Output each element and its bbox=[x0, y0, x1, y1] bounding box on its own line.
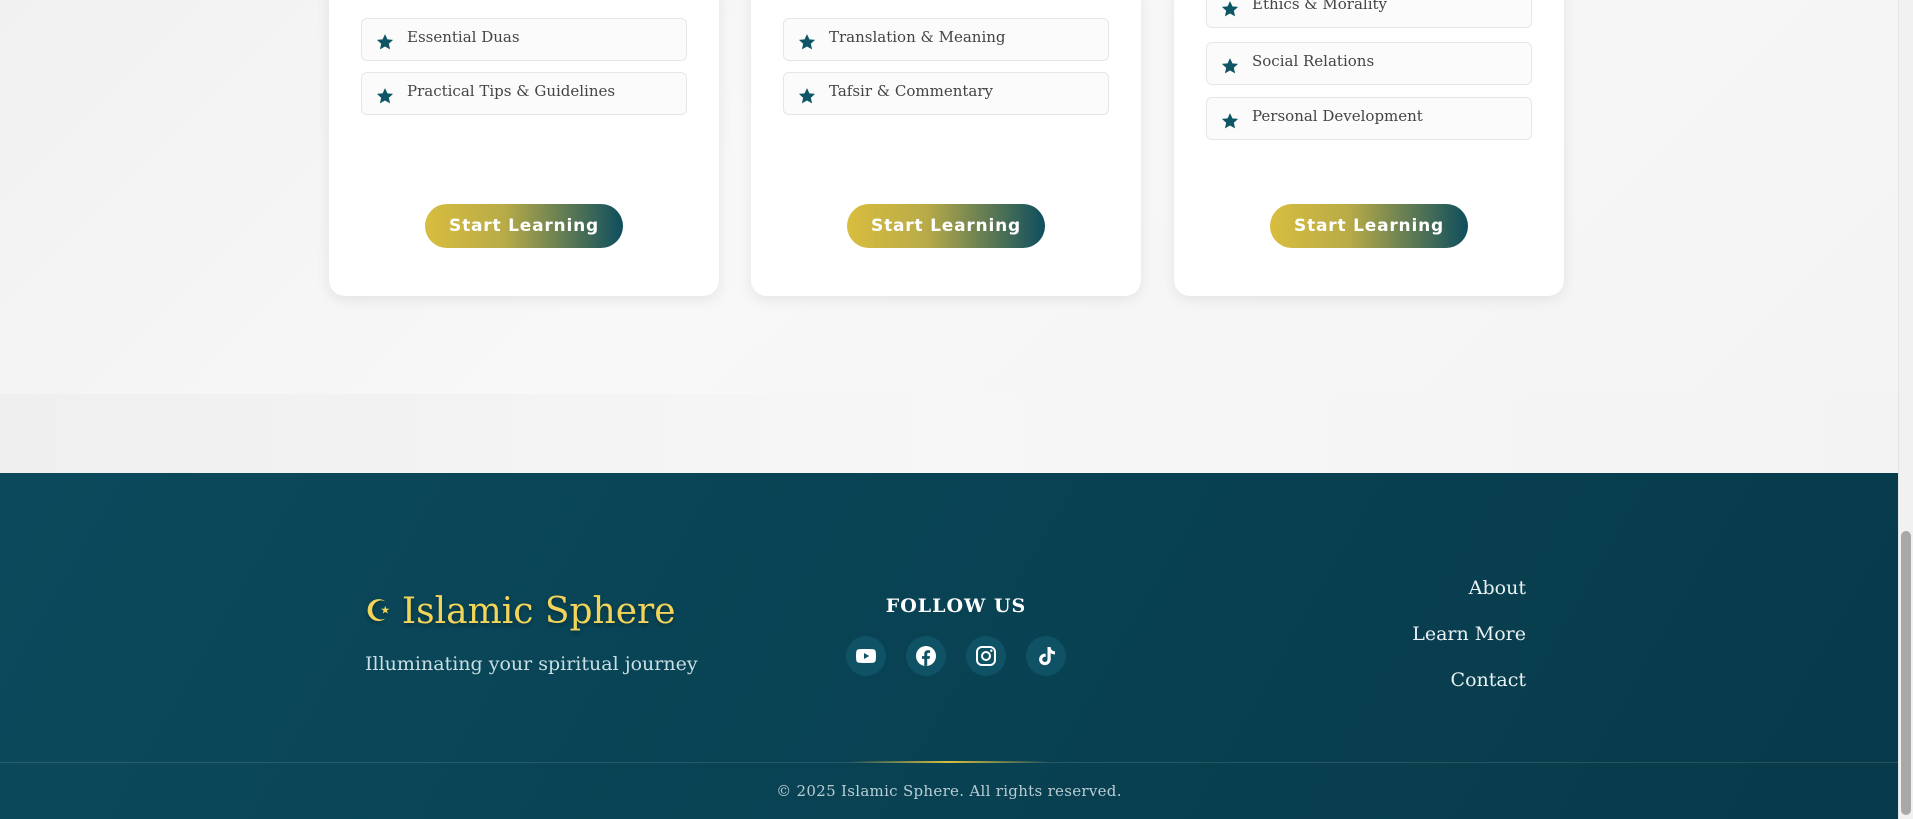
start-learning-button[interactable]: Start Learning bbox=[847, 204, 1045, 248]
topic-label: Translation & Meaning bbox=[829, 27, 1006, 46]
follow-us-heading: FOLLOW US bbox=[0, 595, 1898, 617]
topic-item: Essential Duas bbox=[361, 18, 687, 61]
topic-item: Translation & Meaning bbox=[783, 18, 1109, 61]
tiktok-icon[interactable] bbox=[1026, 636, 1066, 676]
topic-label: Social Relations bbox=[1252, 51, 1375, 70]
course-card: Ethics & Morality Social Relations Perso… bbox=[1174, 0, 1564, 296]
footer-nav: About Learn More Contact bbox=[1412, 577, 1526, 715]
topic-item: Tafsir & Commentary bbox=[783, 72, 1109, 115]
star-icon bbox=[797, 32, 817, 52]
star-icon bbox=[1220, 111, 1240, 131]
facebook-icon[interactable] bbox=[906, 636, 946, 676]
topic-label: Ethics & Morality bbox=[1252, 0, 1388, 13]
start-learning-button[interactable]: Start Learning bbox=[1270, 204, 1468, 248]
footer-link-contact[interactable]: Contact bbox=[1412, 669, 1526, 715]
topic-item: Social Relations bbox=[1206, 42, 1532, 85]
section-spacer bbox=[0, 394, 1898, 473]
topic-item: Practical Tips & Guidelines bbox=[361, 72, 687, 115]
star-icon bbox=[1220, 0, 1240, 19]
youtube-icon[interactable] bbox=[846, 636, 886, 676]
course-card: Translation & Meaning Tafsir & Commentar… bbox=[751, 0, 1141, 296]
brand-tagline: Illuminating your spiritual journey bbox=[365, 653, 698, 675]
footer-link-learn-more[interactable]: Learn More bbox=[1412, 623, 1526, 669]
gold-accent-line bbox=[849, 761, 1049, 763]
page-scrollbar[interactable] bbox=[1898, 0, 1913, 819]
copyright-text: © 2025 Islamic Sphere. All rights reserv… bbox=[776, 782, 1122, 800]
star-icon bbox=[375, 32, 395, 52]
site-footer: ☪ Islamic Sphere Illuminating your spiri… bbox=[0, 473, 1898, 819]
courses-section: Essential Duas Practical Tips & Guidelin… bbox=[0, 0, 1898, 394]
footer-link-about[interactable]: About bbox=[1412, 577, 1526, 623]
star-icon bbox=[375, 86, 395, 106]
topic-label: Essential Duas bbox=[407, 27, 520, 46]
social-links bbox=[846, 636, 1086, 676]
star-icon bbox=[1220, 56, 1240, 76]
topic-label: Personal Development bbox=[1252, 106, 1423, 125]
instagram-icon[interactable] bbox=[966, 636, 1006, 676]
topic-item: Ethics & Morality bbox=[1206, 0, 1532, 28]
follow-us-label: FOLLOW US bbox=[885, 595, 1027, 617]
scrollbar-thumb[interactable] bbox=[1901, 531, 1911, 815]
star-icon bbox=[797, 86, 817, 106]
topic-label: Practical Tips & Guidelines bbox=[407, 81, 616, 100]
topic-item: Personal Development bbox=[1206, 97, 1532, 140]
topic-label: Tafsir & Commentary bbox=[829, 81, 993, 100]
start-learning-button[interactable]: Start Learning bbox=[425, 204, 623, 248]
course-card: Essential Duas Practical Tips & Guidelin… bbox=[329, 0, 719, 296]
